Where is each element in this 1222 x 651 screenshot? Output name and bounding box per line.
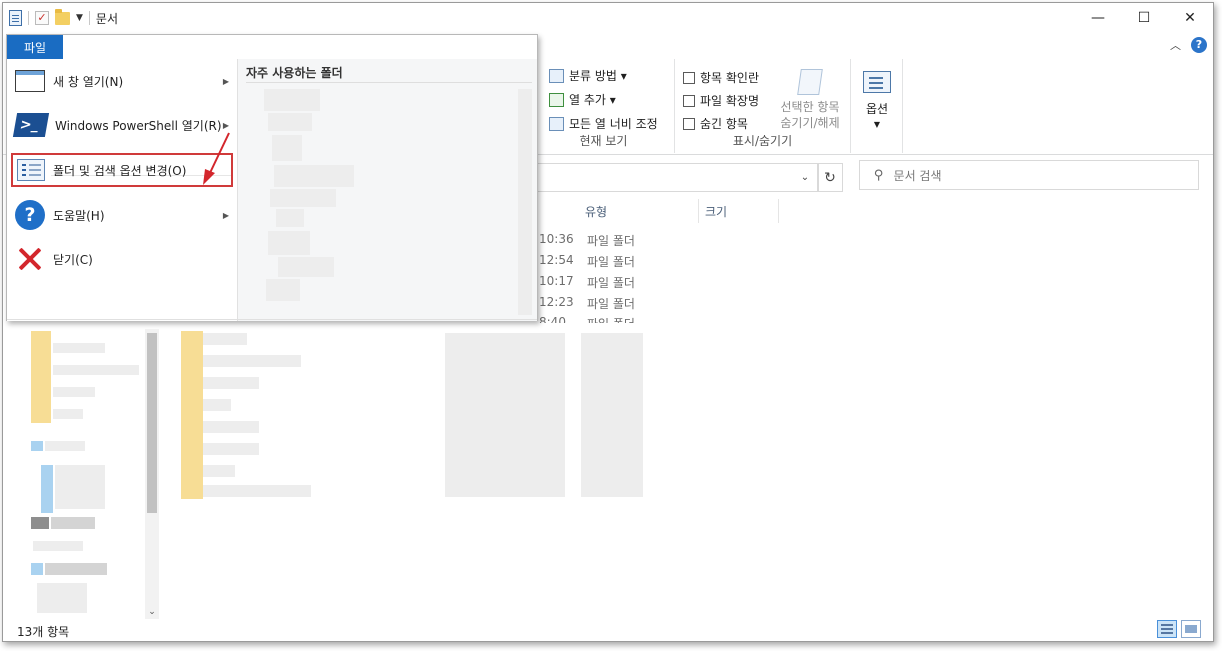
minimize-button[interactable]: —	[1075, 3, 1121, 33]
chevron-down-icon: ▼	[873, 120, 881, 129]
menu-bottom-border	[7, 319, 537, 320]
search-input[interactable]: 문서 검색	[894, 167, 942, 184]
large-icons-view-button[interactable]	[1181, 620, 1201, 638]
address-history-dropdown[interactable]: ⌄	[793, 163, 817, 192]
checkbox[interactable]	[683, 117, 695, 130]
open-new-window-item[interactable]: 새 창 열기(N) ▶	[11, 63, 233, 99]
help-icon[interactable]: ?	[1191, 37, 1207, 53]
scrollbar-thumb[interactable]	[147, 333, 157, 513]
sort-by-button[interactable]: 분류 방법 ▾	[549, 67, 627, 84]
search-icon: ⚲	[874, 167, 884, 183]
collapse-ribbon-icon[interactable]: ︿	[1170, 37, 1181, 53]
window-title: 문서	[95, 11, 119, 26]
fit-columns-icon	[549, 116, 564, 131]
properties-icon[interactable]	[9, 10, 22, 26]
window-controls: — ☐ ✕	[1075, 3, 1213, 33]
group-label: 현재 보기	[579, 134, 628, 148]
maximize-button[interactable]: ☐	[1121, 3, 1167, 33]
refresh-button[interactable]: ↻	[817, 163, 843, 192]
sort-icon	[549, 68, 564, 83]
size-all-columns-button[interactable]: 모든 열 너비 조정	[549, 115, 658, 132]
column-header-size[interactable]: 크기	[699, 199, 779, 223]
columns-icon	[549, 92, 564, 107]
table-row[interactable]: 12:23 파일 폴더	[539, 295, 635, 315]
checkmark-icon[interactable]: ✓	[35, 11, 49, 25]
table-row[interactable]: 10:36 파일 폴더	[539, 232, 635, 252]
annotation-arrow-icon	[203, 132, 230, 185]
options-icon	[863, 71, 891, 93]
ribbon-tab-controls: ︿ ?	[1170, 37, 1207, 53]
new-folder-icon[interactable]	[55, 8, 70, 25]
options-icon	[17, 159, 45, 181]
checkbox[interactable]	[683, 94, 695, 107]
search-box[interactable]: ⚲ 문서 검색	[859, 160, 1199, 190]
options-button[interactable]: 옵션 ▼	[855, 71, 899, 133]
tab-file[interactable]: 파일	[7, 35, 63, 59]
chevron-right-icon: ▶	[222, 210, 229, 220]
title-bar: ✓ ▼ 문서 — ☐ ✕	[3, 3, 1213, 33]
customize-qat-dropdown-icon[interactable]: ▼	[76, 13, 83, 23]
chevron-right-icon: ▶	[222, 120, 229, 130]
file-menu-commands: 새 창 열기(N) ▶ >_ Windows PowerShell 열기(R) …	[7, 59, 237, 321]
hide-selected-icon	[797, 69, 823, 95]
close-x-icon	[15, 244, 45, 274]
powershell-icon: >_	[12, 113, 50, 137]
help-icon: ?	[15, 200, 45, 230]
group-label: 표시/숨기기	[732, 134, 793, 148]
table-row[interactable]: 10:17 파일 폴더	[539, 274, 635, 294]
explorer-window: ✓ ▼ 문서 — ☐ ✕ ︿ ? 분류 방법 ▾ 열 추가 ▾ 모든 열 너비 …	[2, 2, 1214, 642]
ribbon-group-current-view: 분류 방법 ▾ 열 추가 ▾ 모든 열 너비 조정 현재 보기	[533, 59, 675, 153]
file-menu: 파일 새 창 열기(N) ▶ >_ Windows PowerShell 열기(…	[6, 34, 538, 321]
frequent-folders-panel: 자주 사용하는 폴더	[237, 59, 537, 321]
frequent-folders-header: 자주 사용하는 폴더	[246, 63, 532, 83]
column-header-type[interactable]: 유형	[579, 199, 699, 223]
status-item-count: 13개 항목	[17, 625, 70, 639]
details-view-button[interactable]	[1157, 620, 1177, 638]
table-row[interactable]: 8:40파일 폴더	[539, 315, 635, 323]
add-columns-button[interactable]: 열 추가 ▾	[549, 91, 616, 108]
new-window-icon	[15, 70, 45, 92]
checkbox[interactable]	[683, 71, 695, 84]
view-switcher	[1157, 620, 1201, 638]
hide-selected-items-button[interactable]: 선택한 항목 숨기기/해제	[773, 69, 847, 131]
close-button[interactable]: ✕	[1167, 3, 1213, 33]
item-checkboxes-toggle[interactable]: 항목 확인란	[683, 69, 759, 86]
help-item[interactable]: ? 도움말(H) ▶	[11, 197, 233, 233]
file-extensions-toggle[interactable]: 파일 확장명	[683, 92, 759, 109]
ribbon-group-show-hide: 항목 확인란 파일 확장명 숨긴 항목 선택한 항목 숨기기/해제 표시/숨기기	[675, 59, 851, 153]
close-item[interactable]: 닫기(C)	[11, 241, 233, 277]
quick-access-toolbar: ✓ ▼ 문서	[9, 8, 119, 27]
chevron-right-icon: ▶	[222, 76, 229, 86]
qat-separator	[88, 11, 90, 25]
navigation-scrollbar[interactable]: ⌄	[145, 329, 159, 619]
scroll-down-icon[interactable]: ⌄	[145, 607, 159, 617]
ribbon-group-options: 옵션 ▼	[851, 59, 903, 153]
chevron-down-icon: ⌄	[800, 172, 810, 183]
hidden-items-toggle[interactable]: 숨긴 항목	[683, 115, 748, 132]
address-bar[interactable]	[537, 163, 819, 192]
qat-separator	[28, 11, 29, 25]
table-row[interactable]: 12:54 파일 폴더	[539, 253, 635, 273]
refresh-icon: ↻	[824, 169, 836, 186]
